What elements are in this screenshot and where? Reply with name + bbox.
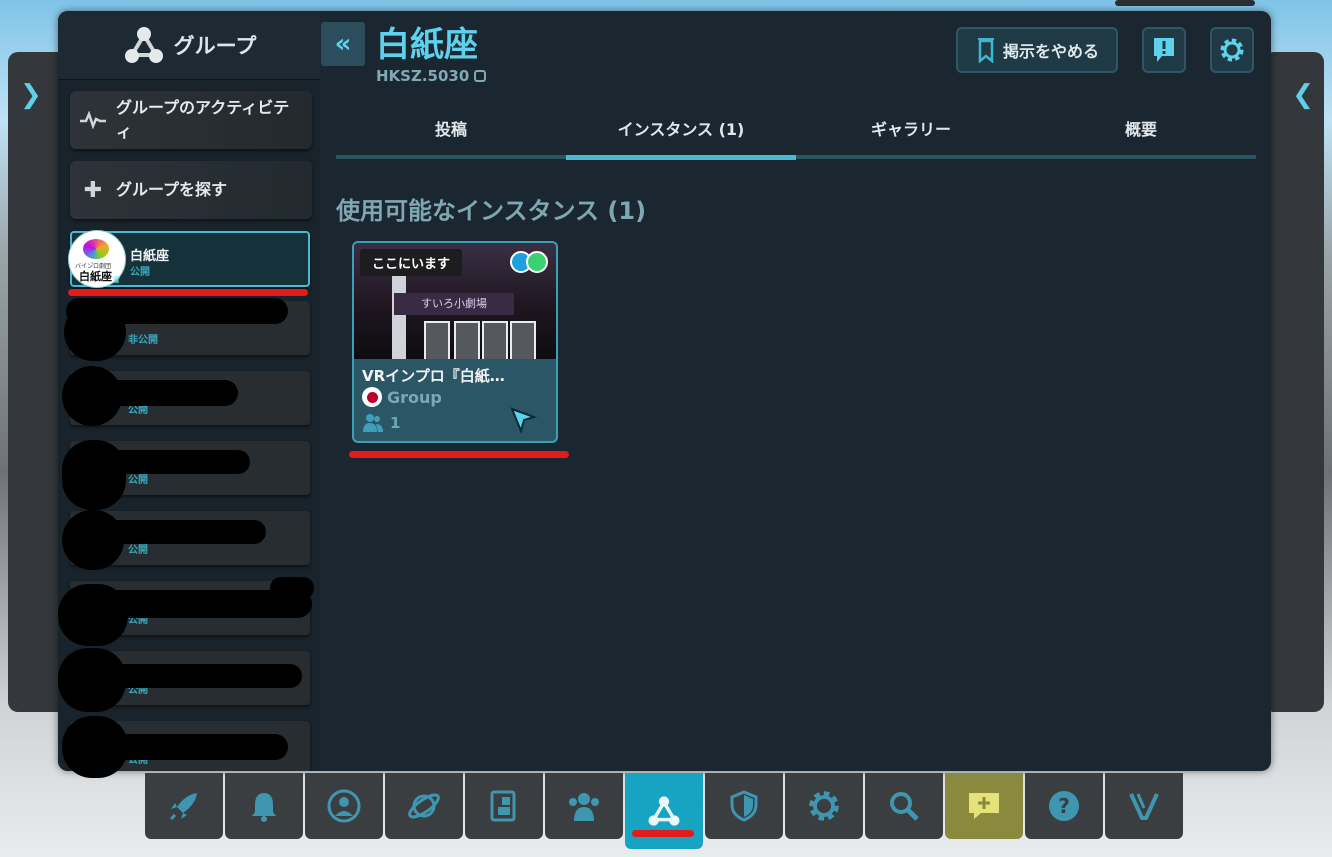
- bell-icon: [252, 793, 276, 822]
- dock-help[interactable]: ?: [1025, 773, 1103, 839]
- banner-icon: [977, 38, 994, 63]
- tab-instances[interactable]: インスタンス (1): [566, 103, 796, 153]
- here-badge: ここにいます: [360, 249, 463, 276]
- dock-worlds[interactable]: [385, 773, 463, 839]
- tab-active-indicator: [566, 155, 796, 160]
- redaction-mark: [58, 648, 126, 712]
- thumbnail-sign: すいろ小劇場: [394, 293, 514, 315]
- instance-type: Group: [362, 387, 442, 407]
- sidebar-title: グループ: [173, 34, 257, 58]
- users-icon: [363, 414, 383, 432]
- background-panel-right: [1264, 52, 1324, 712]
- dock-launchpad[interactable]: [145, 773, 223, 839]
- dock-avatars[interactable]: [465, 773, 543, 839]
- alert-icon: [1154, 38, 1174, 62]
- dock-safety[interactable]: [705, 773, 783, 839]
- wing-icon: ❮: [1292, 80, 1314, 110]
- activity-icon: [70, 111, 116, 129]
- tab-gallery[interactable]: ギャラリー: [796, 103, 1026, 153]
- dock-chat[interactable]: [945, 773, 1023, 839]
- dock-profile[interactable]: [305, 773, 383, 839]
- planet-icon: [408, 793, 440, 819]
- worlds-icon: [490, 790, 516, 822]
- collapse-sidebar-button[interactable]: «: [321, 22, 365, 66]
- quest-platform-icon: [526, 251, 548, 273]
- find-groups-label: グループを探す: [116, 180, 228, 199]
- crown-icon: ♛: [112, 275, 121, 286]
- vrchat-icon: [1129, 793, 1159, 820]
- dock-notifications[interactable]: [225, 773, 303, 839]
- group-name: 白紙座: [130, 249, 170, 264]
- chat-add-icon: [969, 793, 999, 819]
- groups-panel: グループ グループのアクティビティ ✚ グループを探す バイン゚ロ劇団 白紙座 …: [58, 11, 1271, 771]
- find-groups-button[interactable]: ✚ グループを探す: [70, 161, 312, 219]
- instance-name: VRインプロ『白紙…: [362, 367, 505, 385]
- unrepresent-label: 掲示をやめる: [1002, 42, 1099, 61]
- search-icon: [890, 792, 919, 821]
- dock-settings[interactable]: [785, 773, 863, 839]
- background-bar: [1115, 0, 1255, 6]
- tab-bar: 投稿 インスタンス (1) ギャラリー 概要: [336, 103, 1256, 161]
- platform-icons: [510, 251, 548, 273]
- tab-underline: [336, 155, 1256, 159]
- help-icon: ?: [1049, 791, 1079, 821]
- redaction-mark: [62, 716, 128, 778]
- dock-search[interactable]: [865, 773, 943, 839]
- sidebar-header: グループ: [58, 11, 320, 80]
- shield-icon: [730, 790, 758, 822]
- group-code: HKSZ.5030: [376, 67, 487, 85]
- dock-groups[interactable]: [625, 773, 703, 849]
- japan-flag-icon: [362, 387, 382, 407]
- redaction-mark: [62, 510, 124, 570]
- highlight-underline: [632, 830, 694, 837]
- unrepresent-button[interactable]: 掲示をやめる: [956, 27, 1118, 73]
- cursor-icon[interactable]: [508, 405, 538, 435]
- tab-about[interactable]: 概要: [1026, 103, 1256, 153]
- wing-icon: ❯: [20, 80, 42, 110]
- gear-icon: [1220, 38, 1244, 62]
- redaction-mark: [62, 366, 122, 426]
- groups-icon: [124, 27, 163, 63]
- dock-vrchat[interactable]: [1105, 773, 1183, 839]
- groups-icon: [648, 796, 680, 826]
- rocket-icon: [169, 793, 197, 821]
- gear-icon: [809, 791, 839, 821]
- group-activity-label: グループのアクティビティ: [116, 98, 290, 141]
- friends-icon: [569, 793, 599, 821]
- page-title: 白紙座: [376, 25, 478, 65]
- group-status: 公開: [130, 267, 150, 278]
- svg-text:?: ?: [1058, 794, 1070, 818]
- tab-posts[interactable]: 投稿: [336, 103, 566, 153]
- instance-card[interactable]: すいろ小劇場 ここにいます VRインプロ『白紙… Group 1: [352, 241, 558, 443]
- plus-icon: ✚: [83, 177, 103, 203]
- highlight-underline: [349, 451, 569, 458]
- settings-button[interactable]: [1210, 27, 1254, 73]
- copy-icon[interactable]: [473, 69, 487, 83]
- report-button[interactable]: [1142, 27, 1186, 73]
- redaction-mark: [58, 584, 128, 646]
- group-activity-button[interactable]: グループのアクティビティ: [70, 91, 312, 149]
- instance-user-count: 1: [362, 413, 400, 433]
- dock-social[interactable]: [545, 773, 623, 839]
- section-title: 使用可能なインスタンス (1): [336, 197, 647, 225]
- group-status: 非公開: [128, 335, 158, 346]
- group-item-hakushiza[interactable]: バイン゚ロ劇団 白紙座 ♛ 白紙座 公開: [68, 230, 310, 288]
- redaction-mark: [64, 303, 126, 361]
- instance-thumbnail: すいろ小劇場 ここにいます: [354, 243, 556, 359]
- user-icon: [327, 789, 361, 823]
- redaction-mark: [62, 440, 126, 510]
- highlight-underline: [68, 289, 308, 296]
- double-chevron-left-icon: «: [334, 29, 352, 59]
- redaction-mark: [270, 577, 314, 599]
